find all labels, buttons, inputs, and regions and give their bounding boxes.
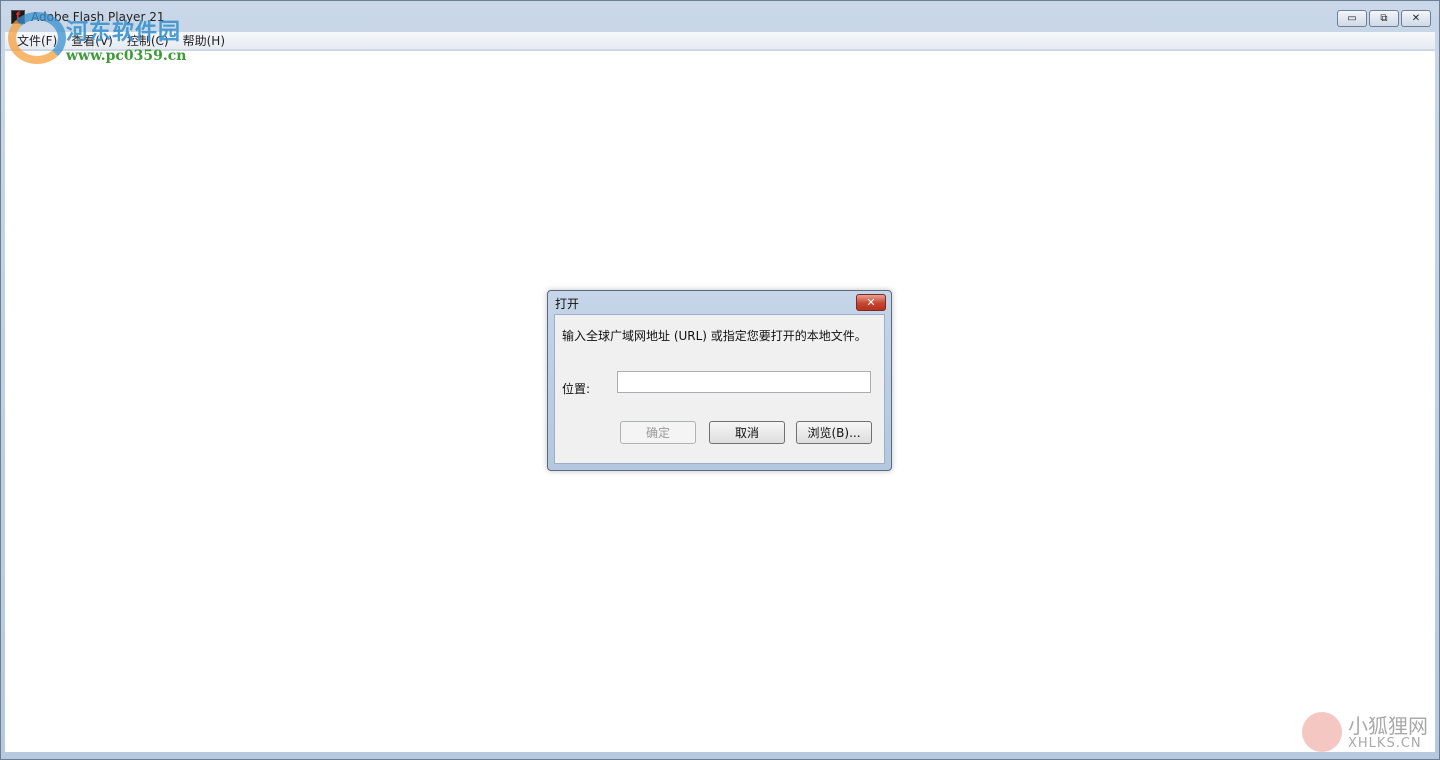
menubar: 文件(F) 查看(V) 控制(C) 帮助(H) xyxy=(5,32,1435,50)
open-dialog: 打开 ✕ 输入全球广域网地址 (URL) 或指定您要打开的本地文件。 位置: 确… xyxy=(547,290,892,471)
ok-button[interactable]: 确定 xyxy=(620,421,696,444)
close-icon: ✕ xyxy=(1411,13,1421,24)
menu-file[interactable]: 文件(F) xyxy=(17,32,57,49)
dialog-title: 打开 xyxy=(555,297,580,311)
restore-icon: ⧉ xyxy=(1380,13,1388,24)
menu-control[interactable]: 控制(C) xyxy=(127,32,169,49)
dialog-body: 输入全球广域网地址 (URL) 或指定您要打开的本地文件。 位置: 确定 取消 … xyxy=(554,314,885,464)
menu-help[interactable]: 帮助(H) xyxy=(183,32,225,49)
dialog-titlebar[interactable]: 打开 ✕ xyxy=(548,291,891,314)
dialog-prompt: 输入全球广域网地址 (URL) 或指定您要打开的本地文件。 xyxy=(562,329,867,343)
location-label: 位置: xyxy=(562,382,591,396)
close-icon: ✕ xyxy=(866,296,876,309)
location-input[interactable] xyxy=(617,371,871,393)
flash-app-icon[interactable]: f xyxy=(11,9,25,24)
dialog-close-button[interactable]: ✕ xyxy=(856,294,886,311)
cancel-button[interactable]: 取消 xyxy=(709,421,785,444)
window-controls: ▭ ⧉ ✕ xyxy=(1337,10,1431,27)
browse-button[interactable]: 浏览(B)... xyxy=(796,421,872,444)
minimize-icon: ▭ xyxy=(1347,13,1357,24)
menu-view[interactable]: 查看(V) xyxy=(71,32,113,49)
close-button[interactable]: ✕ xyxy=(1401,10,1431,27)
minimize-button[interactable]: ▭ xyxy=(1337,10,1367,27)
window-title: Adobe Flash Player 21 xyxy=(31,9,165,24)
window-titlebar[interactable]: f Adobe Flash Player 21 xyxy=(1,1,1439,32)
restore-button[interactable]: ⧉ xyxy=(1369,10,1399,27)
